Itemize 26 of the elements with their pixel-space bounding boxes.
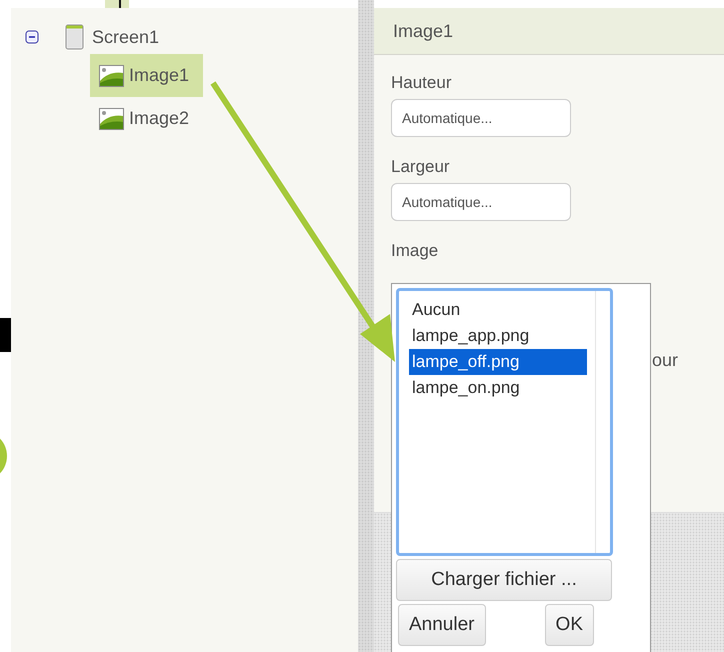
cancel-button[interactable]: Annuler [398, 604, 486, 646]
panel-title: Image1 [393, 20, 454, 42]
property-label: Image [391, 241, 440, 261]
list-option[interactable]: lampe_on.png [409, 375, 587, 401]
image-icon [99, 64, 124, 86]
property-label: Largeur [391, 157, 451, 177]
collapse-icon[interactable] [25, 30, 39, 44]
property-field[interactable]: Automatique... [391, 183, 571, 221]
list-option[interactable]: Aucun [409, 297, 587, 323]
property-label: Hauteur [391, 73, 452, 93]
item-label: Image1 [129, 65, 190, 86]
list-option[interactable]: lampe_app.png [409, 323, 587, 349]
image-icon [99, 108, 124, 130]
ok-button[interactable]: OK [544, 604, 594, 646]
tree-item[interactable]: Image1 [90, 54, 203, 97]
panel-edge [105, 0, 129, 8]
list-option[interactable]: lampe_off.png [409, 349, 587, 375]
screen-icon [65, 24, 84, 50]
dark-bar [0, 318, 11, 352]
property-label: our [652, 350, 678, 371]
property-field[interactable]: Automatique... [391, 99, 571, 137]
file-list[interactable]: Aucun lampe_app.png lampe_off.png lampe_on.png [396, 288, 613, 556]
item-label: Image2 [129, 108, 190, 129]
tree-item[interactable]: Screen1 [92, 26, 160, 48]
tree-item[interactable]: Image2 [90, 97, 203, 140]
upload-button[interactable]: Charger fichier ... [396, 559, 612, 601]
